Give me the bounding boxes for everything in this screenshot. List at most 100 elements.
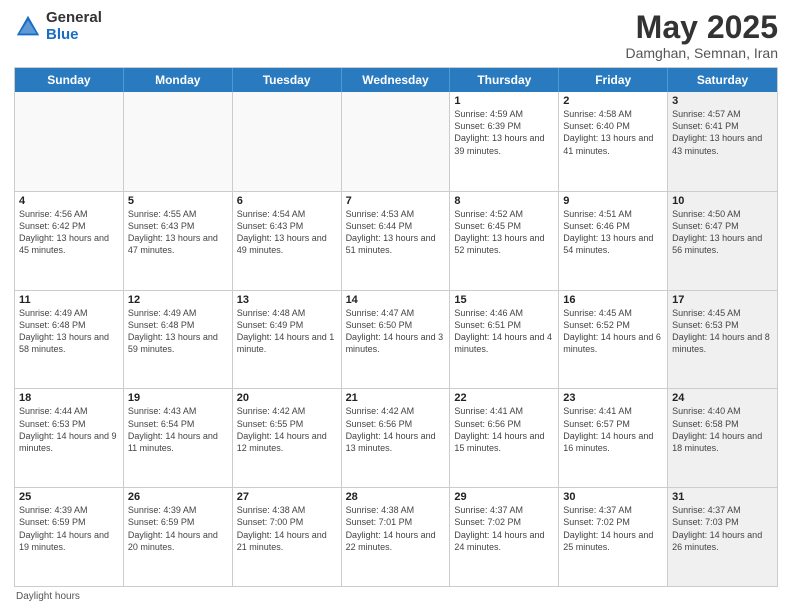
calendar-cell: 27Sunrise: 4:38 AM Sunset: 7:00 PM Dayli… [233, 488, 342, 586]
title-area: May 2025 Damghan, Semnan, Iran [625, 10, 778, 61]
day-number: 27 [237, 491, 337, 503]
day-info: Sunrise: 4:45 AM Sunset: 6:53 PM Dayligh… [672, 307, 773, 356]
logo: General Blue [14, 10, 102, 43]
logo-text: General Blue [46, 10, 102, 43]
day-number: 1 [454, 95, 554, 107]
calendar-cell: 24Sunrise: 4:40 AM Sunset: 6:58 PM Dayli… [668, 389, 777, 487]
day-number: 26 [128, 491, 228, 503]
calendar-cell: 23Sunrise: 4:41 AM Sunset: 6:57 PM Dayli… [559, 389, 668, 487]
logo-blue: Blue [46, 27, 102, 44]
page: General Blue May 2025 Damghan, Semnan, I… [0, 0, 792, 612]
calendar-cell: 7Sunrise: 4:53 AM Sunset: 6:44 PM Daylig… [342, 192, 451, 290]
footer-note: Daylight hours [14, 591, 778, 602]
calendar-cell: 3Sunrise: 4:57 AM Sunset: 6:41 PM Daylig… [668, 92, 777, 191]
day-number: 18 [19, 392, 119, 404]
calendar: SundayMondayTuesdayWednesdayThursdayFrid… [14, 67, 778, 587]
calendar-row: 18Sunrise: 4:44 AM Sunset: 6:53 PM Dayli… [15, 388, 777, 487]
day-number: 2 [563, 95, 663, 107]
day-info: Sunrise: 4:37 AM Sunset: 7:02 PM Dayligh… [454, 504, 554, 553]
day-number: 24 [672, 392, 773, 404]
day-number: 14 [346, 294, 446, 306]
day-info: Sunrise: 4:47 AM Sunset: 6:50 PM Dayligh… [346, 307, 446, 356]
day-number: 3 [672, 95, 773, 107]
day-info: Sunrise: 4:45 AM Sunset: 6:52 PM Dayligh… [563, 307, 663, 356]
day-number: 19 [128, 392, 228, 404]
calendar-cell: 15Sunrise: 4:46 AM Sunset: 6:51 PM Dayli… [450, 291, 559, 389]
subtitle: Damghan, Semnan, Iran [625, 45, 778, 61]
day-info: Sunrise: 4:53 AM Sunset: 6:44 PM Dayligh… [346, 208, 446, 257]
calendar-row: 25Sunrise: 4:39 AM Sunset: 6:59 PM Dayli… [15, 487, 777, 586]
calendar-cell: 8Sunrise: 4:52 AM Sunset: 6:45 PM Daylig… [450, 192, 559, 290]
day-info: Sunrise: 4:52 AM Sunset: 6:45 PM Dayligh… [454, 208, 554, 257]
calendar-cell: 21Sunrise: 4:42 AM Sunset: 6:56 PM Dayli… [342, 389, 451, 487]
day-header-wednesday: Wednesday [342, 68, 451, 92]
day-info: Sunrise: 4:57 AM Sunset: 6:41 PM Dayligh… [672, 108, 773, 157]
day-number: 22 [454, 392, 554, 404]
day-info: Sunrise: 4:48 AM Sunset: 6:49 PM Dayligh… [237, 307, 337, 356]
calendar-cell: 4Sunrise: 4:56 AM Sunset: 6:42 PM Daylig… [15, 192, 124, 290]
day-number: 28 [346, 491, 446, 503]
calendar-cell: 30Sunrise: 4:37 AM Sunset: 7:02 PM Dayli… [559, 488, 668, 586]
day-number: 30 [563, 491, 663, 503]
day-header-monday: Monday [124, 68, 233, 92]
calendar-row: 11Sunrise: 4:49 AM Sunset: 6:48 PM Dayli… [15, 290, 777, 389]
day-number: 11 [19, 294, 119, 306]
day-number: 12 [128, 294, 228, 306]
day-number: 15 [454, 294, 554, 306]
day-number: 13 [237, 294, 337, 306]
calendar-cell: 26Sunrise: 4:39 AM Sunset: 6:59 PM Dayli… [124, 488, 233, 586]
day-info: Sunrise: 4:40 AM Sunset: 6:58 PM Dayligh… [672, 405, 773, 454]
calendar-cell: 13Sunrise: 4:48 AM Sunset: 6:49 PM Dayli… [233, 291, 342, 389]
calendar-cell [342, 92, 451, 191]
day-header-thursday: Thursday [450, 68, 559, 92]
day-info: Sunrise: 4:54 AM Sunset: 6:43 PM Dayligh… [237, 208, 337, 257]
day-info: Sunrise: 4:49 AM Sunset: 6:48 PM Dayligh… [128, 307, 228, 356]
day-number: 21 [346, 392, 446, 404]
logo-icon [14, 13, 42, 41]
day-number: 20 [237, 392, 337, 404]
calendar-cell: 6Sunrise: 4:54 AM Sunset: 6:43 PM Daylig… [233, 192, 342, 290]
day-header-friday: Friday [559, 68, 668, 92]
day-number: 6 [237, 195, 337, 207]
day-number: 5 [128, 195, 228, 207]
calendar-cell: 5Sunrise: 4:55 AM Sunset: 6:43 PM Daylig… [124, 192, 233, 290]
calendar-cell: 28Sunrise: 4:38 AM Sunset: 7:01 PM Dayli… [342, 488, 451, 586]
day-info: Sunrise: 4:59 AM Sunset: 6:39 PM Dayligh… [454, 108, 554, 157]
day-info: Sunrise: 4:42 AM Sunset: 6:55 PM Dayligh… [237, 405, 337, 454]
day-number: 31 [672, 491, 773, 503]
day-info: Sunrise: 4:42 AM Sunset: 6:56 PM Dayligh… [346, 405, 446, 454]
day-number: 10 [672, 195, 773, 207]
day-header-saturday: Saturday [668, 68, 777, 92]
logo-general: General [46, 10, 102, 27]
day-info: Sunrise: 4:46 AM Sunset: 6:51 PM Dayligh… [454, 307, 554, 356]
day-info: Sunrise: 4:37 AM Sunset: 7:02 PM Dayligh… [563, 504, 663, 553]
calendar-cell: 17Sunrise: 4:45 AM Sunset: 6:53 PM Dayli… [668, 291, 777, 389]
day-number: 23 [563, 392, 663, 404]
day-info: Sunrise: 4:49 AM Sunset: 6:48 PM Dayligh… [19, 307, 119, 356]
calendar-cell: 11Sunrise: 4:49 AM Sunset: 6:48 PM Dayli… [15, 291, 124, 389]
day-info: Sunrise: 4:38 AM Sunset: 7:00 PM Dayligh… [237, 504, 337, 553]
day-number: 4 [19, 195, 119, 207]
day-info: Sunrise: 4:41 AM Sunset: 6:57 PM Dayligh… [563, 405, 663, 454]
day-number: 9 [563, 195, 663, 207]
calendar-cell: 19Sunrise: 4:43 AM Sunset: 6:54 PM Dayli… [124, 389, 233, 487]
month-title: May 2025 [625, 10, 778, 45]
calendar-cell: 12Sunrise: 4:49 AM Sunset: 6:48 PM Dayli… [124, 291, 233, 389]
day-info: Sunrise: 4:39 AM Sunset: 6:59 PM Dayligh… [128, 504, 228, 553]
day-info: Sunrise: 4:41 AM Sunset: 6:56 PM Dayligh… [454, 405, 554, 454]
calendar-cell: 29Sunrise: 4:37 AM Sunset: 7:02 PM Dayli… [450, 488, 559, 586]
calendar-cell: 18Sunrise: 4:44 AM Sunset: 6:53 PM Dayli… [15, 389, 124, 487]
day-info: Sunrise: 4:37 AM Sunset: 7:03 PM Dayligh… [672, 504, 773, 553]
calendar-cell: 2Sunrise: 4:58 AM Sunset: 6:40 PM Daylig… [559, 92, 668, 191]
day-number: 7 [346, 195, 446, 207]
day-info: Sunrise: 4:58 AM Sunset: 6:40 PM Dayligh… [563, 108, 663, 157]
calendar-row: 1Sunrise: 4:59 AM Sunset: 6:39 PM Daylig… [15, 92, 777, 191]
day-info: Sunrise: 4:44 AM Sunset: 6:53 PM Dayligh… [19, 405, 119, 454]
calendar-cell: 1Sunrise: 4:59 AM Sunset: 6:39 PM Daylig… [450, 92, 559, 191]
day-info: Sunrise: 4:56 AM Sunset: 6:42 PM Dayligh… [19, 208, 119, 257]
calendar-cell: 10Sunrise: 4:50 AM Sunset: 6:47 PM Dayli… [668, 192, 777, 290]
header: General Blue May 2025 Damghan, Semnan, I… [14, 10, 778, 61]
calendar-row: 4Sunrise: 4:56 AM Sunset: 6:42 PM Daylig… [15, 191, 777, 290]
calendar-cell: 9Sunrise: 4:51 AM Sunset: 6:46 PM Daylig… [559, 192, 668, 290]
day-number: 29 [454, 491, 554, 503]
